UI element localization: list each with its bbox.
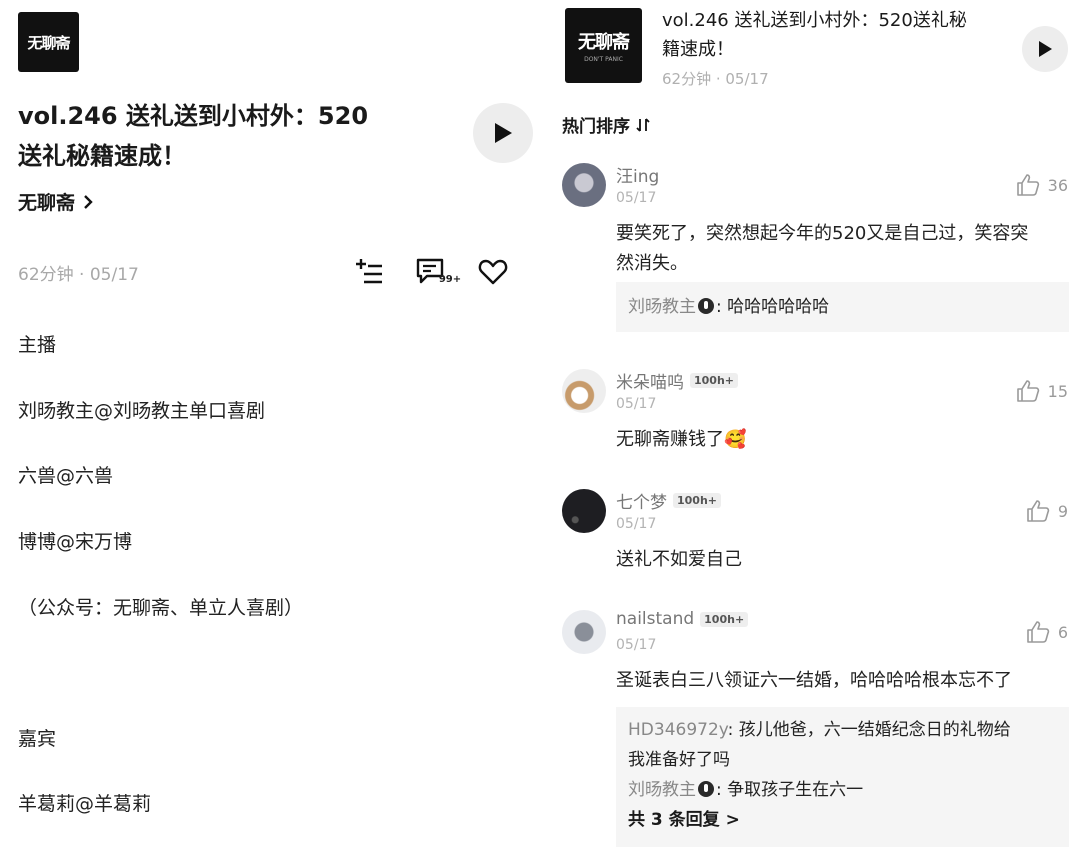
- description-line: 博博@宋万博: [18, 531, 133, 553]
- podcast-link[interactable]: 无聊斋: [18, 188, 93, 215]
- username-text: nailstand: [616, 609, 695, 629]
- sort-icon: [636, 117, 650, 132]
- like-count: 6: [1057, 622, 1068, 642]
- reply-item: HD346972y: 孩儿他爸，六一结婚纪念日的礼物给: [628, 715, 1057, 745]
- mic-icon: [698, 298, 714, 314]
- comment-text: 无聊斋赚钱了🥰: [616, 429, 747, 450]
- mic-icon: [698, 781, 714, 797]
- thumbs-up-icon: [1016, 174, 1039, 196]
- comment-username[interactable]: 汪ing: [616, 162, 659, 187]
- description-line: 嘉宾: [18, 728, 57, 750]
- favorite-button[interactable]: [476, 255, 510, 289]
- play-button[interactable]: [473, 103, 533, 163]
- like-button[interactable]: 9: [1026, 499, 1068, 523]
- add-to-playlist-icon: [356, 259, 382, 284]
- podcast-logo-text: 无聊斋: [578, 32, 630, 53]
- comment-text: 送礼不如爱自己: [616, 549, 742, 570]
- avatar[interactable]: [562, 489, 606, 533]
- podcast-logo-subtext: DON'T PANIC: [584, 56, 623, 63]
- podcast-logo[interactable]: 无聊斋: [18, 12, 79, 72]
- reply-text: 我准备好了吗: [628, 750, 730, 770]
- description-line: 主播: [18, 334, 57, 356]
- thumbs-up-icon: [1027, 621, 1050, 643]
- avatar[interactable]: [562, 369, 606, 413]
- view-more-replies-link[interactable]: 共 3 条回复 >: [628, 805, 1057, 835]
- episode-title-line1: vol.246 送礼送到小村外：520: [18, 102, 369, 130]
- podcast-logo-text: 无聊斋: [27, 33, 70, 52]
- chevron-right-icon: [84, 194, 93, 209]
- username-text: 七个梦: [616, 493, 667, 513]
- sort-toggle[interactable]: 热门排序: [562, 112, 650, 137]
- podcast-name: 无聊斋: [18, 192, 76, 214]
- reply-text: : 孩儿他爸，六一结婚纪念日的礼物给: [727, 720, 1011, 740]
- episode-detail-panel: 无聊斋 vol.246 送礼送到小村外：520 送礼秘籍速成！ 无聊斋 62分钟…: [0, 0, 540, 857]
- thumbs-up-icon: [1027, 500, 1050, 522]
- reply-username: HD346972y: [628, 720, 728, 740]
- play-icon: [1039, 41, 1052, 57]
- like-button[interactable]: 15: [1016, 379, 1068, 403]
- listen-hours-badge: 100h+: [690, 373, 739, 388]
- comment-date: 05/17: [616, 396, 657, 412]
- episode-title-line1: vol.246 送礼送到小村外：520送礼秘: [662, 10, 967, 31]
- play-icon: [495, 123, 512, 143]
- episode-title: vol.246 送礼送到小村外：520 送礼秘籍速成！: [18, 96, 438, 176]
- comments-panel: 无聊斋 DON'T PANIC vol.246 送礼送到小村外：520送礼秘 籍…: [545, 0, 1080, 857]
- reply-text: : 哈哈哈哈哈哈: [716, 297, 830, 317]
- episode-title: vol.246 送礼送到小村外：520送礼秘 籍速成！: [662, 6, 1017, 64]
- add-to-playlist-button[interactable]: [352, 255, 386, 289]
- comment-text: 圣诞表白三八领证六一结婚，哈哈哈哈根本忘不了: [616, 670, 1012, 691]
- listen-hours-badge: 100h+: [673, 493, 722, 508]
- comment-text-line: 然消失。: [616, 253, 688, 274]
- episode-meta: 62分钟 · 05/17: [18, 265, 139, 285]
- avatar[interactable]: [562, 163, 606, 207]
- like-button[interactable]: 36: [1016, 173, 1068, 197]
- play-button[interactable]: [1022, 26, 1068, 72]
- avatar[interactable]: [562, 610, 606, 654]
- description-line: 羊葛莉@羊葛莉: [18, 793, 152, 815]
- comment-username[interactable]: nailstand 100h+: [616, 609, 749, 629]
- description-line: 六兽@六兽: [18, 465, 114, 487]
- podcast-logo[interactable]: 无聊斋 DON'T PANIC: [565, 8, 642, 83]
- comment-date: 05/17: [616, 637, 657, 653]
- like-count: 15: [1047, 381, 1068, 401]
- reply-text: : 争取孩子生在六一: [716, 780, 864, 800]
- episode-title-line2: 送礼秘籍速成！: [18, 142, 186, 170]
- like-count: 36: [1047, 175, 1068, 195]
- comment-text: 要笑死了，突然想起今年的520又是自己过，笑容突 然消失。: [616, 219, 1066, 279]
- reply-username: 刘旸教主: [628, 297, 696, 317]
- episode-meta: 62分钟 · 05/17: [662, 70, 769, 88]
- comment-date: 05/17: [616, 190, 657, 206]
- username-text: 汪ing: [616, 167, 660, 187]
- comment-text-line: 要笑死了，突然想起今年的520又是自己过，笑容突: [616, 223, 1029, 244]
- username-text: 米朵喵呜: [616, 373, 684, 393]
- comment-username[interactable]: 米朵喵呜 100h+: [616, 368, 739, 393]
- listen-hours-badge: 100h+: [700, 611, 749, 627]
- comment-count: 99+: [438, 273, 462, 285]
- reply-box[interactable]: HD346972y: 孩儿他爸，六一结婚纪念日的礼物给 我准备好了吗 刘旸教主:…: [616, 707, 1069, 847]
- like-count: 9: [1057, 501, 1068, 521]
- reply-item: 刘旸教主 : 争取孩子生在六一: [628, 775, 1057, 805]
- reply-username: 刘旸教主: [628, 780, 696, 800]
- episode-title-line2: 籍速成！: [662, 39, 734, 60]
- description-line: 刘旸教主@刘旸教主单口喜剧: [18, 400, 266, 422]
- comment-username[interactable]: 七个梦 100h+: [616, 488, 722, 513]
- comment-date: 05/17: [616, 516, 657, 532]
- description-line: （公众号：无聊斋、单立人喜剧）: [18, 597, 304, 619]
- thumbs-up-icon: [1016, 380, 1039, 402]
- reply-box[interactable]: 刘旸教主 : 哈哈哈哈哈哈: [616, 282, 1069, 332]
- sort-label: 热门排序: [562, 117, 630, 137]
- like-button[interactable]: 6: [1026, 620, 1068, 644]
- comments-button[interactable]: 99+: [414, 255, 462, 289]
- heart-icon: [478, 259, 508, 285]
